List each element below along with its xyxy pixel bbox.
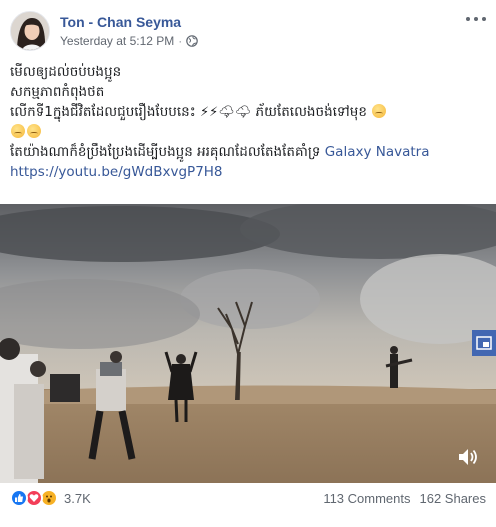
heart-glyph bbox=[29, 494, 39, 502]
post-footer: 3.7K 113 Comments 162 Shares bbox=[10, 488, 486, 510]
thumb-glyph bbox=[15, 494, 23, 502]
more-dot bbox=[474, 17, 478, 21]
reaction-count: 3.7K bbox=[64, 490, 91, 506]
like-icon bbox=[10, 489, 28, 507]
post-text: មើលឲ្យដល់ចប់បងប្អូន សកម្មភាពកំពុងថត លើកទ… bbox=[10, 62, 486, 182]
text-line-3-suffix: ភ័យតែលេងចង់ទៅមុខ bbox=[255, 104, 367, 120]
text-line-2: សកម្មភាពកំពុងថត bbox=[10, 84, 105, 100]
more-options-icon[interactable] bbox=[466, 13, 486, 25]
post-meta: Yesterday at 5:12 PM · bbox=[60, 34, 199, 48]
text-line-4: តែយ៉ាងណាក៏ខំប្រឹងប្រែងដើម្បីបងប្អូន អរគុ… bbox=[10, 142, 486, 162]
post-timestamp[interactable]: Yesterday at 5:12 PM bbox=[60, 34, 174, 48]
galaxy-navatra-link[interactable]: Galaxy Navatra bbox=[325, 144, 430, 160]
lightning-cloud-emoji: ⚡⚡🌩🌩 bbox=[199, 104, 252, 120]
text-line-3-prefix: លើកទី1ក្នុងជីវិតដែលជួបរឿងបែបនេះ bbox=[10, 104, 196, 120]
text-line-3: លើកទី1ក្នុងជីវិតដែលជួបរឿងបែបនេះ ⚡⚡🌩🌩 ភ័យ… bbox=[10, 102, 486, 142]
post-header: Ton - Chan Seyma Yesterday at 5:12 PM · bbox=[10, 11, 486, 53]
volume-icon[interactable] bbox=[456, 446, 480, 468]
expand-glyph bbox=[476, 336, 492, 350]
comments-count[interactable]: 113 Comments bbox=[323, 491, 410, 506]
video-frame bbox=[0, 204, 496, 483]
disappointed-face-icon bbox=[11, 124, 25, 138]
reactions-summary[interactable]: 3.7K bbox=[10, 489, 91, 507]
disappointed-face-icon bbox=[27, 124, 41, 138]
engagement-stats: 113 Comments 162 Shares bbox=[323, 491, 486, 506]
text-line-1: មើលឲ្យដល់ចប់បងប្អូន bbox=[10, 64, 122, 80]
shares-count[interactable]: 162 Shares bbox=[420, 491, 487, 506]
disappointed-face-icon bbox=[372, 104, 387, 118]
more-dot bbox=[466, 17, 470, 21]
youtube-link[interactable]: https://youtu.be/gWdBxvgP7H8 bbox=[10, 164, 223, 180]
expand-icon[interactable] bbox=[472, 330, 496, 356]
more-dot bbox=[482, 17, 486, 21]
author-name[interactable]: Ton - Chan Seyma bbox=[60, 14, 181, 30]
meta-separator: · bbox=[178, 34, 183, 48]
globe-icon[interactable] bbox=[186, 35, 199, 47]
video-player[interactable] bbox=[0, 204, 496, 483]
avatar-photo bbox=[11, 12, 49, 50]
avatar[interactable] bbox=[10, 11, 50, 51]
wow-glyph bbox=[46, 495, 52, 503]
text-line-4-prefix: តែយ៉ាងណាក៏ខំប្រឹងប្រែងដើម្បីបងប្អូន អរគុ… bbox=[10, 144, 321, 160]
youtube-url-line: https://youtu.be/gWdBxvgP7H8 bbox=[10, 162, 486, 182]
facebook-post: Ton - Chan Seyma Yesterday at 5:12 PM · … bbox=[0, 0, 496, 527]
